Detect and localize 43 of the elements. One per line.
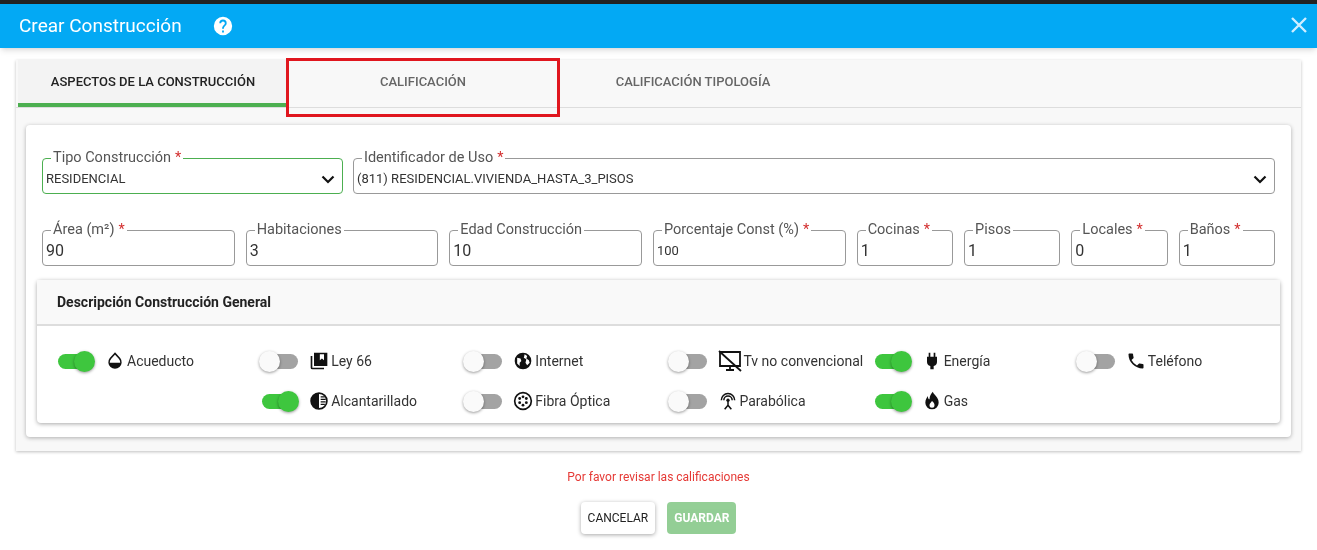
close-icon[interactable]	[1290, 16, 1308, 34]
select-field[interactable]: Tipo Construcción * RESIDENCIAL	[42, 150, 343, 194]
select-field[interactable]: Identificador de Uso * (811) RESIDENCIAL.VIVIENDA_HASTA_3_PISOS	[353, 150, 1275, 194]
book-stack-icon	[309, 351, 330, 371]
chevron-down-icon	[321, 174, 335, 184]
toggle-label: Ley 66	[331, 351, 372, 371]
toggle-label: Gas	[943, 391, 969, 411]
toggle-label: Acueducto	[127, 351, 194, 371]
toggle-switch[interactable]	[667, 390, 708, 412]
toggle-label: Alcantarillado	[331, 391, 417, 411]
section-title: Descripción Construcción General	[57, 292, 272, 312]
toggle-label: Tv no convencional	[743, 351, 864, 371]
input-field[interactable]: Habitaciones 3	[245, 222, 439, 266]
toggle-label: Internet	[535, 351, 584, 371]
toggle-switch[interactable]	[667, 350, 708, 372]
toggle-label: Fibra Óptica	[535, 391, 611, 411]
toggle-switch[interactable]	[463, 350, 504, 372]
toggle-switch[interactable]	[1075, 350, 1116, 372]
monitor-off-icon	[717, 350, 742, 372]
toggle-label: Teléfono	[1147, 351, 1203, 371]
drop-icon	[105, 351, 125, 371]
half-circle-icon	[309, 391, 330, 411]
toggle-label: Parabólica	[739, 391, 806, 411]
toggle-switch[interactable]	[259, 350, 300, 372]
input-field[interactable]: Cocinas * 1	[856, 222, 953, 266]
input-field[interactable]: Área (m²) * 90	[42, 222, 235, 266]
chevron-down-icon	[1253, 174, 1267, 184]
connector-icon	[513, 391, 534, 411]
input-field[interactable]: Pisos 1	[964, 222, 1061, 266]
input-field[interactable]: Edad Construcción 10	[449, 222, 642, 266]
tab[interactable]: ASPECTOS DE LA CONSTRUCCIÓN	[18, 60, 288, 107]
toggle-switch[interactable]	[463, 390, 504, 412]
input-field[interactable]: Baños * 1	[1178, 222, 1275, 266]
cancel-button[interactable]: CANCELAR	[580, 502, 656, 534]
help-icon[interactable]	[211, 15, 234, 37]
toggle-label: Energía	[943, 351, 991, 371]
tab[interactable]: CALIFICACIÓN TIPOLOGÍA	[558, 60, 828, 107]
input-field[interactable]: Porcentaje Const (%) * 100	[653, 222, 846, 266]
tab[interactable]: CALIFICACIÓN	[288, 60, 558, 107]
globe-icon	[513, 351, 534, 371]
dialog-title: Crear Construcción	[19, 12, 182, 39]
error-message: Por favor revisar las calificaciones	[567, 469, 750, 486]
input-field[interactable]: Locales * 0	[1071, 222, 1168, 266]
